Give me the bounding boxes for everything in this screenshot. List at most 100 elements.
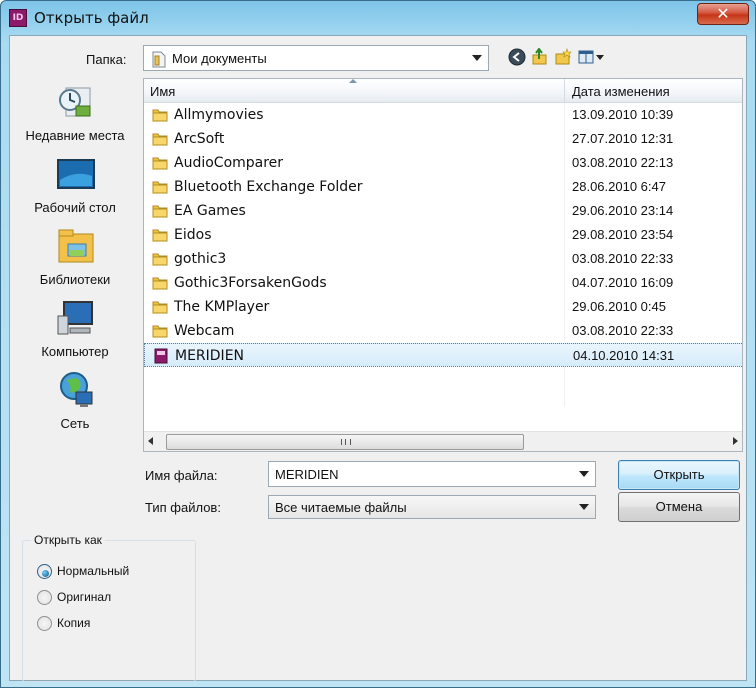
folder-icon [152,109,168,122]
table-row[interactable]: AudioComparer 03.08.2010 22:13 [144,151,742,175]
file-date: 28.06.2010 6:47 [572,179,666,194]
column-divider[interactable] [564,79,565,103]
indesign-app-icon: ID [9,9,27,27]
network-icon [60,372,93,407]
file-name: gothic3 [174,251,227,267]
close-button[interactable]: ✕ [697,3,749,25]
folder-icon [152,277,168,290]
filetype-label: Тип файлов: [145,500,221,515]
file-date: 03.08.2010 22:33 [572,323,674,338]
radio-selected-dot-icon [42,570,49,577]
file-name: Bluetooth Exchange Folder [174,179,363,195]
place-recent-label: Недавние места [25,128,125,143]
place-libraries-label: Библиотеки [39,272,111,287]
title-bar[interactable]: ID Открыть файл ✕ [1,1,755,35]
folder-icon [152,157,168,170]
chevron-down-icon [579,504,589,510]
folder-icon [152,253,168,266]
column-header-date[interactable]: Дата изменения [572,84,670,99]
file-date: 29.08.2010 23:54 [572,227,674,242]
file-list-header: Имя Дата изменения [144,79,742,103]
filetype-select[interactable]: Все читаемые файлы [268,495,596,519]
file-name: Gothic3ForsakenGods [174,275,327,291]
file-date: 29.06.2010 23:14 [572,203,674,218]
table-row[interactable]: Eidos 29.08.2010 23:54 [144,223,742,247]
table-row-selected[interactable]: MERIDIEN 04.10.2010 14:31 [144,343,742,367]
radio-copy[interactable]: Копия [37,615,187,633]
filename-value: MERIDIEN [275,467,339,482]
table-row[interactable]: Allmymovies 13.09.2010 10:39 [144,103,742,127]
radio-original-label: Оригинал [57,590,112,604]
place-desktop[interactable]: Рабочий стол [10,154,140,226]
folder-icon [152,301,168,314]
documents-folder-icon [152,51,166,68]
place-libraries[interactable]: Библиотеки [10,226,140,298]
chevron-down-icon[interactable] [579,471,589,477]
table-row[interactable]: Bluetooth Exchange Folder 28.06.2010 6:47 [144,175,742,199]
file-date: 13.09.2010 10:39 [572,107,674,122]
table-row[interactable]: ArcSoft 27.07.2010 12:31 [144,127,742,151]
desktop-icon [57,159,95,189]
libraries-icon [58,229,94,263]
radio-normal-label: Нормальный [57,564,130,578]
back-icon[interactable] [508,48,526,66]
table-row[interactable]: gothic3 03.08.2010 22:33 [144,247,742,271]
radio-circle [37,564,52,579]
filename-input[interactable]: MERIDIEN [268,461,596,487]
table-row[interactable]: Gothic3ForsakenGods 04.07.2010 16:09 [144,271,742,295]
radio-normal[interactable]: Нормальный [37,563,187,581]
filetype-value: Все читаемые файлы [275,500,407,515]
file-date: 03.08.2010 22:33 [572,251,674,266]
scroll-right-icon[interactable] [733,437,738,445]
file-name: Eidos [174,227,212,243]
up-folder-icon[interactable] [531,48,549,66]
view-menu-icon[interactable] [578,48,606,66]
file-date: 29.06.2010 0:45 [572,299,666,314]
cancel-button[interactable]: Отмена [618,492,740,522]
file-name: EA Games [174,203,246,219]
place-recent[interactable]: Недавние места [10,82,140,154]
filename-label: Имя файла: [145,468,218,483]
file-name: Webcam [174,323,235,339]
file-date: 03.08.2010 22:13 [572,155,674,170]
radio-circle [37,590,52,605]
open-button[interactable]: Открыть [618,460,740,490]
folder-value: Мои документы [172,51,267,66]
places-bar: Недавние места Рабочий стол Библиотеки К… [10,82,140,482]
dialog-client-area: Папка: Мои документы Недавние места Рабо… [9,35,747,682]
folder-icon [152,133,168,146]
place-computer-label: Компьютер [41,344,109,359]
place-computer[interactable]: Компьютер [10,298,140,370]
radio-original[interactable]: Оригинал [37,589,187,607]
new-folder-icon[interactable] [554,48,572,66]
folder-icon [152,325,168,338]
horizontal-scrollbar[interactable] [144,431,742,451]
place-network[interactable]: Сеть [10,370,140,442]
indesign-file-icon [154,348,168,364]
scrollbar-thumb[interactable] [166,434,524,450]
table-row[interactable]: Webcam 03.08.2010 22:33 [144,319,742,343]
file-list[interactable]: Имя Дата изменения Allmymovies 13.09.2010… [143,78,743,452]
file-name: AudioComparer [174,155,284,171]
file-date: 27.07.2010 12:31 [572,131,674,146]
place-network-label: Сеть [60,416,90,431]
open-file-dialog: ID Открыть файл ✕ Папка: Мои документы Н… [0,0,756,688]
window-title: Открыть файл [34,9,149,27]
column-header-name[interactable]: Имя [150,84,175,99]
folder-icon [152,181,168,194]
place-desktop-label: Рабочий стол [34,200,116,215]
file-date: 04.10.2010 14:31 [573,348,675,363]
file-name: MERIDIEN [175,348,245,364]
file-name: ArcSoft [174,131,225,147]
recent-places-icon [59,87,91,117]
open-as-title: Открыть как [31,533,105,547]
table-row[interactable]: EA Games 29.06.2010 23:14 [144,199,742,223]
table-row[interactable]: The KMPlayer 29.06.2010 0:45 [144,295,742,319]
computer-icon [57,301,93,335]
scroll-left-icon[interactable] [148,437,153,445]
folder-select[interactable]: Мои документы [143,45,489,71]
file-name: The KMPlayer [174,299,270,315]
open-as-group: Открыть как [22,533,196,682]
folder-label: Папка: [86,52,127,67]
radio-circle [37,616,52,631]
